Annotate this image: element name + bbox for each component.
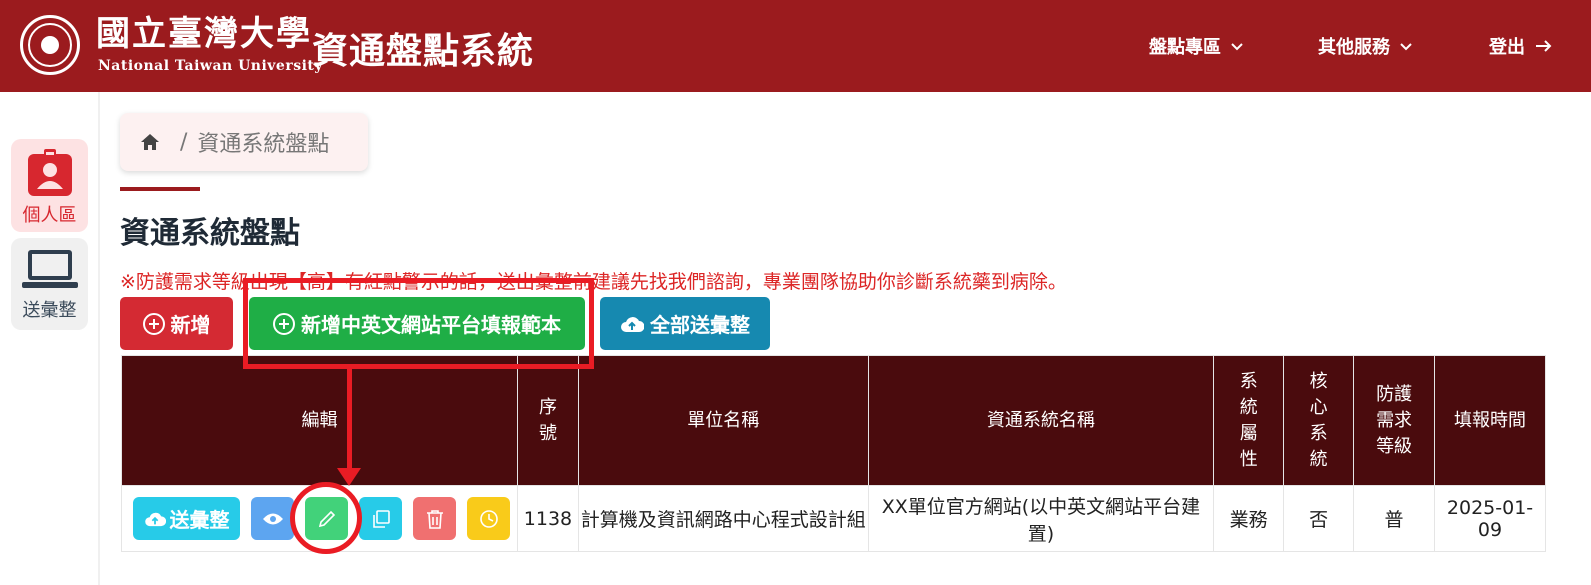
history-button[interactable]	[467, 497, 510, 540]
annotation-arrow-line	[347, 369, 352, 469]
annotation-arrow-head	[337, 468, 361, 486]
title-accent-bar	[120, 187, 200, 191]
university-name-cn: 國立臺灣大學	[96, 14, 312, 54]
col-header-core: 核心系統	[1283, 355, 1355, 486]
annotation-highlight-circle	[290, 482, 362, 554]
cell-date: 2025-01-09	[1434, 485, 1546, 552]
row-send-button[interactable]: 送彙整	[133, 497, 240, 540]
cell-serial: 1138	[516, 485, 579, 552]
top-header: 國立臺灣大學 National Taiwan University 資通盤點系統…	[0, 0, 1591, 92]
cell-level: 普	[1353, 485, 1436, 552]
cell-attribute: 業務	[1213, 485, 1285, 552]
cloud-upload-icon	[621, 316, 644, 332]
col-header-edit: 編輯	[121, 355, 518, 486]
user-badge-icon	[27, 149, 72, 196]
cloud-upload-icon	[144, 512, 166, 526]
chevron-down-icon	[1400, 43, 1412, 51]
add-button-label: 新增	[170, 313, 211, 337]
copy-icon	[372, 509, 390, 528]
plus-circle-icon	[142, 312, 165, 335]
col-header-date: 填報時間	[1434, 355, 1546, 486]
sidebar-divider	[98, 92, 100, 585]
eye-icon	[262, 513, 283, 524]
nav-logout[interactable]: 登出	[1489, 33, 1553, 59]
add-button[interactable]: 新增	[120, 297, 233, 350]
col-header-attribute: 系統屬性	[1213, 355, 1285, 486]
submit-all-button-label: 全部送彙整	[650, 313, 750, 337]
home-icon[interactable]	[140, 133, 160, 151]
cell-core: 否	[1283, 485, 1355, 552]
chevron-down-icon	[1231, 43, 1243, 51]
laptop-icon	[21, 250, 78, 288]
col-header-serial: 序號	[516, 355, 579, 486]
page-title: 資通系統盤點	[120, 216, 300, 251]
col-header-system: 資通系統名稱	[867, 355, 1215, 486]
col-header-level: 防護需求等級	[1353, 355, 1436, 486]
nav-inventory-label: 盤點專區	[1149, 37, 1221, 58]
delete-button[interactable]	[413, 497, 456, 540]
nav-inventory[interactable]: 盤點專區	[1149, 33, 1243, 59]
cell-unit: 計算機及資訊網路中心程式設計組	[577, 485, 869, 552]
sidebar-item-personal-label: 個人區	[22, 205, 77, 226]
cell-system: XX單位官方網站(以中英文網站平台建置)	[867, 485, 1215, 552]
sidebar-item-submit[interactable]: 送彙整	[11, 238, 88, 330]
system-title: 資通盤點系統	[312, 31, 535, 72]
col-header-unit: 單位名稱	[577, 355, 869, 486]
trash-icon	[426, 509, 443, 529]
table-header-row: 編輯 序號 單位名稱 資通系統名稱 系統屬性 核心系統 防護需求等級 填報時間	[121, 355, 1546, 486]
nav-other-services-label: 其他服務	[1318, 37, 1390, 58]
clock-icon	[479, 509, 498, 528]
arrow-right-icon	[1536, 40, 1552, 52]
sidebar-item-submit-label: 送彙整	[22, 300, 77, 321]
sidebar-item-personal[interactable]: 個人區	[11, 139, 88, 232]
submit-all-button[interactable]: 全部送彙整	[600, 297, 770, 350]
nav-logout-label: 登出	[1489, 37, 1525, 58]
copy-button[interactable]	[359, 497, 402, 540]
ntu-seal-logo	[20, 15, 80, 75]
row-send-button-label: 送彙整	[169, 508, 230, 532]
annotation-highlight-box	[243, 278, 594, 369]
nav-other-services[interactable]: 其他服務	[1318, 33, 1412, 59]
university-name-en: National Taiwan University	[98, 58, 324, 74]
breadcrumb: / 資通系統盤點	[120, 113, 368, 171]
breadcrumb-current: 資通系統盤點	[197, 132, 330, 157]
breadcrumb-separator: /	[180, 129, 188, 155]
view-button[interactable]	[251, 497, 294, 540]
